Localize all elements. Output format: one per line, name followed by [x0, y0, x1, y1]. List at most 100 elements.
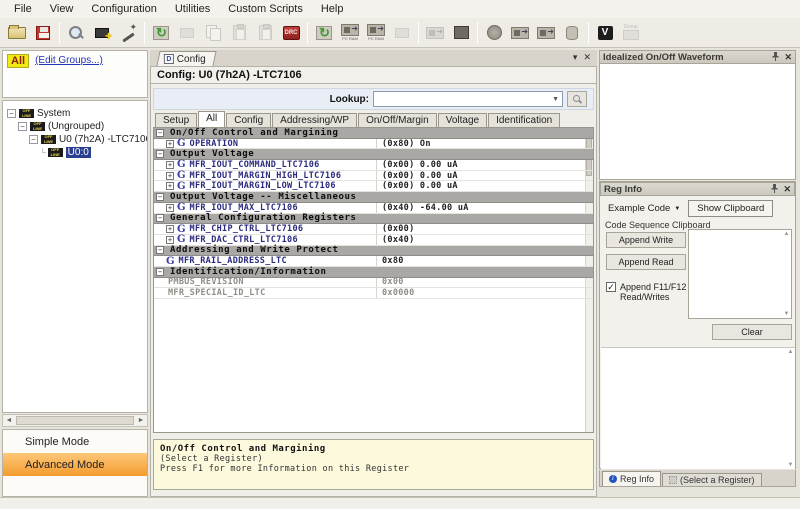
scroll-down-icon[interactable]: ▼	[784, 311, 790, 317]
register-row[interactable]: +GMFR_IOUT_COMMAND_LTC7106(0x00) 0.00 uA	[154, 160, 593, 171]
all-groups-badge[interactable]: All	[7, 54, 29, 68]
tree-node-u0-0[interactable]: └OFFLINEU0:0	[3, 146, 147, 159]
scroll-up-icon[interactable]: ▲	[784, 231, 790, 237]
clear-button[interactable]: Clear	[712, 324, 792, 340]
tab-identification[interactable]: Identification	[488, 113, 560, 127]
vertical-view-icon[interactable]: V	[592, 20, 618, 46]
register-value[interactable]: (0x40) -64.00 uA	[382, 203, 469, 213]
scroll-down-icon[interactable]: ▼	[788, 462, 794, 468]
section-collapse-icon[interactable]: −	[156, 193, 164, 201]
register-value[interactable]: (0x00)	[382, 224, 415, 234]
register-row[interactable]: +GMFR_IOUT_MARGIN_LOW_LTC7106(0x00) 0.00…	[154, 181, 593, 192]
register-expander-icon[interactable]: +	[166, 225, 174, 233]
example-code-dropdown[interactable]: Example Code ▼	[604, 201, 684, 216]
pin-icon[interactable]	[772, 52, 779, 63]
config-document-tab[interactable]: D Config	[156, 51, 216, 66]
register-row[interactable]: GMFR_RAIL_ADDRESS_LTC0x80	[154, 256, 593, 267]
scroll-up-icon[interactable]: ▲	[788, 349, 794, 355]
register-value[interactable]: 0x80	[382, 256, 404, 266]
dropdown-arrow-icon[interactable]: ▾	[573, 52, 578, 63]
show-clipboard-button[interactable]: Show Clipboard	[688, 200, 773, 217]
close-icon[interactable]: ✕	[783, 184, 791, 195]
menu-utilities[interactable]: Utilities	[167, 1, 218, 17]
textarea-scrollbar[interactable]: ▲▼	[782, 230, 791, 318]
register-expander-icon[interactable]: +	[166, 204, 174, 212]
close-icon[interactable]: ✕	[784, 52, 792, 63]
setup-wizard-icon[interactable]	[115, 20, 141, 46]
register-value[interactable]: (0x00) 0.00 uA	[382, 160, 458, 170]
tree-node-system[interactable]: −OFFLINESystem	[3, 107, 147, 120]
tab-addressing-wp[interactable]: Addressing/WP	[272, 113, 357, 127]
checkbox-checked-icon[interactable]: ✓	[606, 282, 616, 292]
advanced-mode-button[interactable]: Advanced Mode	[3, 453, 147, 476]
append-f11-f12-checkbox-row[interactable]: ✓ Append F11/F12 Read/Writes	[606, 282, 690, 302]
register-row[interactable]: MFR_SPECIAL_ID_LTC0x0000	[154, 288, 593, 299]
register-row[interactable]: +GOPERATION(0x80) On	[154, 139, 593, 150]
append-write-button[interactable]: Append Write	[606, 232, 686, 248]
dock-tab--select-a-register-[interactable]: (Select a Register)	[662, 473, 762, 486]
read-ram-to-pc-icon[interactable]: PC RAM	[363, 20, 389, 46]
section-row[interactable]: −Identification/Information	[154, 267, 593, 278]
write-pc-to-ram-icon[interactable]: PC RAM	[337, 20, 363, 46]
tab-all[interactable]: All	[198, 111, 225, 127]
section-collapse-icon[interactable]: −	[156, 246, 164, 254]
dac-icon[interactable]	[448, 20, 474, 46]
register-row[interactable]: +GMFR_IOUT_MARGIN_HIGH_LTC7106(0x00) 0.0…	[154, 171, 593, 182]
section-collapse-icon[interactable]: −	[156, 214, 164, 222]
store-ram-to-nvm-icon[interactable]	[507, 20, 533, 46]
section-row[interactable]: −General Configuration Registers	[154, 214, 593, 225]
scroll-left-icon[interactable]: ◄	[3, 417, 15, 424]
open-config-file-icon[interactable]	[4, 20, 30, 46]
register-expander-icon[interactable]: +	[166, 182, 174, 190]
description-scrollbar[interactable]: ▲▼	[786, 348, 795, 469]
register-expander-icon[interactable]: +	[166, 161, 174, 169]
fault-log-icon[interactable]	[559, 20, 585, 46]
reset-chip-icon[interactable]	[481, 20, 507, 46]
register-value[interactable]: (0x80) On	[382, 139, 431, 149]
scrollbar-thumb[interactable]	[16, 416, 134, 425]
tab-voltage[interactable]: Voltage	[438, 113, 487, 127]
menu-custom-scripts[interactable]: Custom Scripts	[220, 1, 311, 17]
register-row[interactable]: +GMFR_IOUT_MAX_LTC7106(0x40) -64.00 uA	[154, 203, 593, 214]
pin-icon[interactable]	[771, 184, 778, 195]
tab-config[interactable]: Config	[226, 113, 271, 127]
tab-on-off-margin[interactable]: On/Off/Margin	[358, 113, 437, 127]
scroll-right-icon[interactable]: ►	[135, 417, 147, 424]
register-value[interactable]: (0x00) 0.00 uA	[382, 181, 458, 191]
dock-tab-reg-info[interactable]: iReg Info	[602, 471, 661, 486]
menu-file[interactable]: File	[6, 1, 40, 17]
find-icon[interactable]	[63, 20, 89, 46]
menu-view[interactable]: View	[42, 1, 82, 17]
lookup-search-button[interactable]	[567, 91, 587, 107]
section-row[interactable]: −Output Voltage	[154, 149, 593, 160]
menu-help[interactable]: Help	[313, 1, 352, 17]
code-clipboard-textarea[interactable]: ▲▼	[688, 229, 792, 319]
go-online-icon[interactable]	[148, 20, 174, 46]
tab-setup[interactable]: Setup	[155, 113, 197, 127]
menu-configuration[interactable]: Configuration	[83, 1, 164, 17]
tree-expander-icon[interactable]: −	[18, 122, 27, 131]
tree-horizontal-scrollbar[interactable]: ◄ ►	[2, 414, 148, 427]
register-expander-icon[interactable]: +	[166, 236, 174, 244]
register-row[interactable]: +GMFR_DAC_CTRL_LTC7106(0x40)	[154, 235, 593, 246]
append-read-button[interactable]: Append Read	[606, 254, 686, 270]
register-value[interactable]: (0x40)	[382, 235, 415, 245]
lookup-combobox[interactable]: ▼	[373, 91, 563, 107]
section-collapse-icon[interactable]: −	[156, 129, 164, 137]
simple-mode-button[interactable]: Simple Mode	[3, 430, 147, 453]
section-collapse-icon[interactable]: −	[156, 150, 164, 158]
register-expander-icon[interactable]: +	[166, 140, 174, 148]
chevron-down-icon[interactable]: ▼	[552, 96, 562, 103]
program-utility-icon[interactable]	[311, 20, 337, 46]
restore-nvm-to-ram-icon[interactable]	[533, 20, 559, 46]
tree-node--ungrouped-[interactable]: −OFFLINE(Ungrouped)	[3, 120, 147, 133]
drc-check-icon[interactable]: DRC	[278, 20, 304, 46]
section-row[interactable]: −Output Voltage -- Miscellaneous	[154, 192, 593, 203]
close-panel-icon[interactable]: ✕	[583, 52, 591, 63]
tree-expander-icon[interactable]: −	[7, 109, 16, 118]
register-expander-icon[interactable]: +	[166, 172, 174, 180]
tree-node-u0-7h2a-ltc7106[interactable]: −OFFLINEU0 (7h2A) -LTC7106	[3, 133, 147, 146]
add-device-icon[interactable]	[89, 20, 115, 46]
section-collapse-icon[interactable]: −	[156, 268, 164, 276]
save-config-file-icon[interactable]	[30, 20, 56, 46]
